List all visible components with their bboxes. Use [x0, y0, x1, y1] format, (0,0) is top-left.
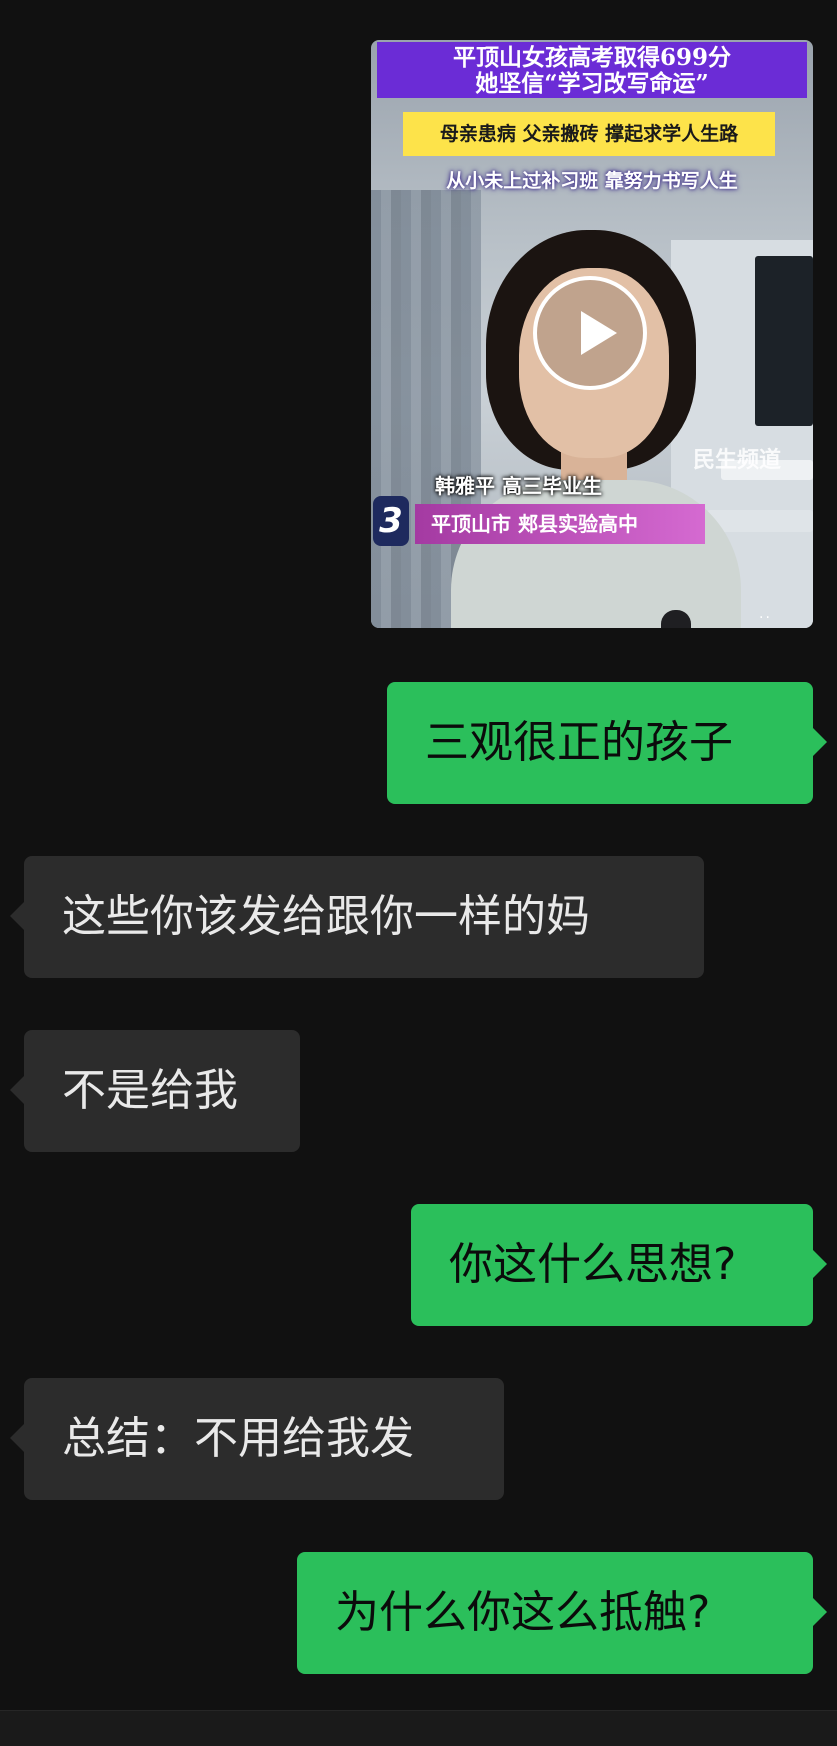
video-headline-line2: 她坚信“学习改写命运”	[475, 70, 709, 97]
channel-logo-icon: 3	[373, 496, 409, 546]
channel-watermark: 民生频道	[693, 448, 782, 473]
person-name-caption: 韩雅平 高三毕业生	[435, 474, 602, 498]
video-headline: 平顶山女孩高考取得699分 她坚信“学习改写命运”	[377, 42, 807, 98]
video-background-blackboard	[755, 256, 813, 426]
input-bar-edge	[0, 1710, 837, 1746]
message-bubble-left[interactable]: 不是给我	[10, 1030, 300, 1152]
person-shirt	[451, 480, 741, 628]
more-dots-icon: ··	[759, 610, 772, 626]
video-person	[441, 190, 741, 628]
video-subheadline: 母亲患病 父亲搬砖 撑起求学人生路	[403, 112, 775, 156]
message-bubble-right[interactable]: 你这什么思想?	[411, 1204, 827, 1326]
video-tagline: 从小未上过补习班 靠努力书写人生	[446, 170, 738, 192]
chat-area: 平顶山女孩高考取得699分 她坚信“学习改写命运” 母亲患病 父亲搬砖 撑起求学…	[0, 0, 837, 1710]
message-bubble-left[interactable]: 总结：不用给我发	[10, 1378, 504, 1500]
school-caption: 平顶山市 郏县实验高中	[415, 504, 705, 544]
message-bubble-right[interactable]: 为什么你这么抵触?	[297, 1552, 827, 1674]
message-bubble-left[interactable]: 这些你该发给跟你一样的妈	[10, 856, 704, 978]
video-message[interactable]: 平顶山女孩高考取得699分 她坚信“学习改写命运” 母亲患病 父亲搬砖 撑起求学…	[371, 40, 813, 628]
video-headline-line1: 平顶山女孩高考取得699分	[452, 44, 731, 71]
message-bubble-right[interactable]: 三观很正的孩子	[387, 682, 827, 804]
play-icon[interactable]	[533, 276, 647, 390]
